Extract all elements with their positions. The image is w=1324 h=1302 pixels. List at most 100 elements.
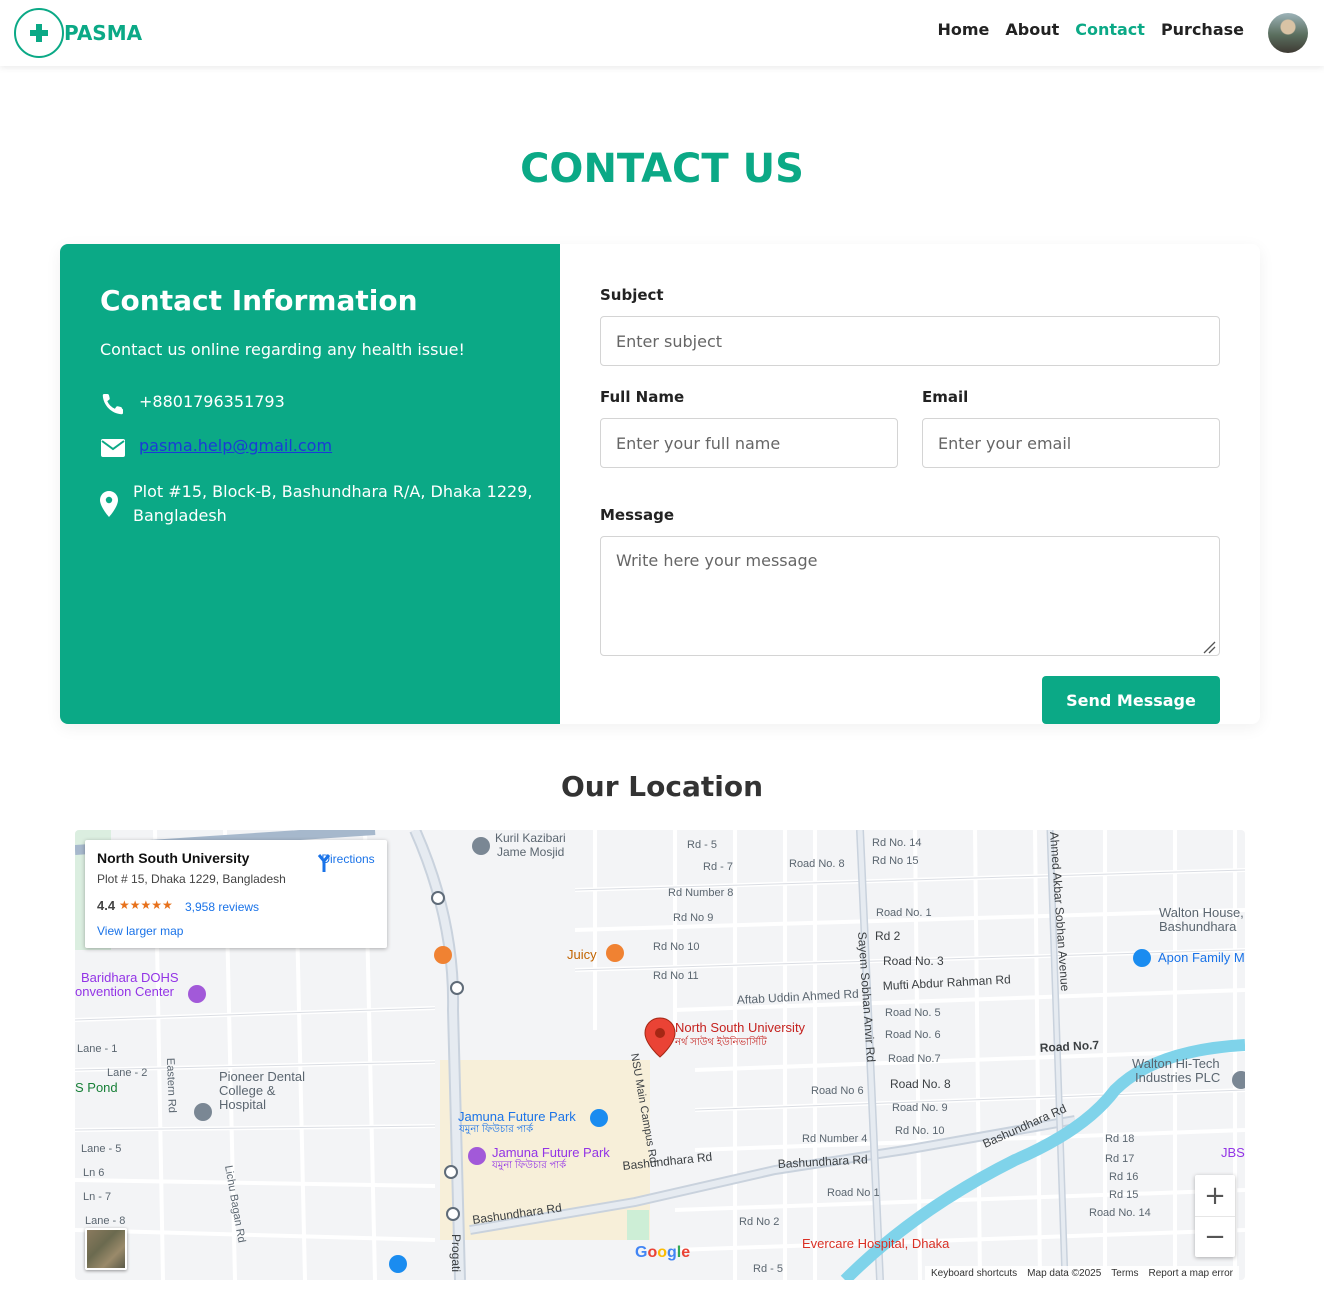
phone-row: +8801796351793 <box>100 392 285 416</box>
map-place-address: Plot # 15, Dhaka 1229, Bangladesh <box>97 872 286 886</box>
fullname-label: Full Name <box>600 388 685 406</box>
label-road3: Road No. 3 <box>883 954 944 968</box>
restaurant-icon[interactable] <box>606 944 624 962</box>
label-rd5: Rd - 5 <box>687 839 717 851</box>
navbar: PASMA Home About Contact Purchase <box>0 0 1324 66</box>
location-title: Our Location <box>560 770 763 803</box>
park-area <box>627 1210 649 1240</box>
shopping-icon-2[interactable] <box>389 1255 407 1273</box>
label-road-no9: Road No. 9 <box>892 1102 948 1114</box>
nav-contact[interactable]: Contact <box>1075 20 1145 39</box>
label-road-no1b: Road No 1 <box>827 1187 880 1199</box>
label-road-no5: Road No. 5 <box>885 1007 941 1019</box>
map-data-text: Map data ©2025 <box>1027 1267 1102 1279</box>
label-progati: Progati <box>449 1234 463 1272</box>
label-kuril: Kuril Kazibari <box>495 831 566 845</box>
phone-icon <box>100 392 126 416</box>
send-message-button[interactable]: Send Message <box>1042 676 1220 724</box>
label-road7: Road No.7 <box>1039 1038 1099 1055</box>
label-college: College & <box>219 1083 276 1098</box>
label-road-no8b: Road No. 8 <box>789 858 845 870</box>
email-row: pasma.help@gmail.com <box>100 436 332 460</box>
subject-label: Subject <box>600 286 664 304</box>
label-apon: Apon Family M <box>1158 950 1245 965</box>
label-rd-no10b: Rd No. 10 <box>895 1125 945 1137</box>
label-ln7: Ln - 7 <box>83 1191 111 1203</box>
label-eastern: Eastern Rd <box>164 1058 178 1113</box>
phone-number[interactable]: +8801796351793 <box>139 392 285 411</box>
directions-icon <box>317 854 331 872</box>
map-rating: 4.4 <box>97 898 116 913</box>
label-rd-no9: Rd No 9 <box>673 912 713 924</box>
label-lane8: Lane - 8 <box>85 1215 125 1227</box>
user-avatar[interactable] <box>1268 13 1308 53</box>
email-input[interactable]: Enter your email <box>922 418 1220 468</box>
nav-purchase[interactable]: Purchase <box>1161 20 1244 39</box>
location-marker-icon[interactable] <box>644 1017 676 1058</box>
label-rd5b: Rd - 5 <box>753 1263 783 1275</box>
message-label: Message <box>600 506 674 524</box>
label-rd16: Rd 16 <box>1109 1171 1138 1183</box>
label-rd2: Rd 2 <box>875 929 901 943</box>
fullname-input[interactable]: Enter your full name <box>600 418 898 468</box>
satellite-toggle[interactable] <box>85 1228 127 1270</box>
contact-info-heading: Contact Information <box>100 284 418 317</box>
label-rd7: Rd - 7 <box>703 861 733 873</box>
envelope-icon <box>100 436 126 460</box>
label-lane5: Lane - 5 <box>81 1143 121 1155</box>
label-lane1: Lane - 1 <box>77 1043 117 1055</box>
label-rd-number8: Rd Number 8 <box>668 887 733 899</box>
page-title: CONTACT US <box>520 146 804 192</box>
bar-icon[interactable] <box>434 946 452 964</box>
nav-about[interactable]: About <box>1005 20 1059 39</box>
convention-icon[interactable] <box>188 985 206 1003</box>
pin-label-bn: নর্থ সাউথ ইউনিভার্সিটি <box>674 1035 767 1048</box>
label-rd-no15: Rd No 15 <box>872 855 918 867</box>
subject-input[interactable]: Enter subject <box>600 316 1220 366</box>
mosque-icon[interactable] <box>472 837 490 855</box>
label-jbs: JBS <box>1221 1145 1245 1160</box>
park-icon[interactable] <box>468 1147 486 1165</box>
message-textarea[interactable]: Write here your message <box>600 536 1220 656</box>
label-rd17: Rd 17 <box>1105 1153 1134 1165</box>
label-rd18: Rd 18 <box>1105 1133 1134 1145</box>
zoom-in-button[interactable]: + <box>1195 1175 1235 1216</box>
label-ln6: Ln 6 <box>83 1167 104 1179</box>
nav-home[interactable]: Home <box>937 20 989 39</box>
address-line-1: Plot #15, Block-B, Bashundhara R/A, Dhak… <box>133 482 533 501</box>
resize-handle-icon[interactable] <box>1202 640 1216 654</box>
report-error-link[interactable]: Report a map error <box>1149 1268 1233 1279</box>
label-jamuna-2-bn: যমুনা ফিউচার পার্ক <box>491 1158 567 1171</box>
label-walton-house: Walton House, <box>1159 905 1244 920</box>
label-lane2: Lane - 2 <box>107 1067 147 1079</box>
label-road-no14: Road No. 14 <box>1089 1207 1151 1219</box>
shopping-icon[interactable] <box>590 1109 608 1127</box>
map-reviews-link[interactable]: 3,958 reviews <box>185 900 259 914</box>
brand-name: PASMA <box>64 21 143 45</box>
label-hospital: Hospital <box>219 1097 266 1112</box>
contact-tagline: Contact us online regarding any health i… <box>100 340 465 359</box>
contact-info-panel: Contact Information Contact us online re… <box>60 244 560 724</box>
store-icon[interactable] <box>1133 949 1151 967</box>
address-line-2: Bangladesh <box>133 506 227 525</box>
label-jame: Jame Mosjid <box>497 845 564 859</box>
embedded-map[interactable]: North South University নর্থ সাউথ ইউনিভার… <box>75 830 1245 1280</box>
google-logo: Google <box>635 1244 691 1261</box>
label-lichu: Lichu Bagan Rd <box>222 1164 247 1243</box>
contact-card: Contact Information Contact us online re… <box>60 244 1260 724</box>
location-pin-icon <box>100 491 118 517</box>
school-icon[interactable] <box>194 1103 212 1121</box>
contact-form: Subject Enter subject Full Name Enter yo… <box>600 244 1220 724</box>
keyboard-shortcuts-link[interactable]: Keyboard shortcuts <box>931 1268 1017 1279</box>
terms-link[interactable]: Terms <box>1111 1268 1138 1279</box>
brand-logo[interactable]: PASMA <box>14 8 142 58</box>
label-mufti: Mufti Abdur Rahman Rd <box>882 972 1011 993</box>
label-baridhara: Baridhara DOHS <box>81 970 179 985</box>
directions-button[interactable]: Directions <box>313 852 383 872</box>
address-row: Plot #15, Block-B, Bashundhara R/A, Dhak… <box>100 480 532 528</box>
label-rd-no10: Rd No 10 <box>653 941 699 953</box>
email-link[interactable]: pasma.help@gmail.com <box>139 436 332 455</box>
view-larger-map-link[interactable]: View larger map <box>97 924 183 938</box>
pin-label: North South University <box>675 1020 806 1035</box>
zoom-out-button[interactable]: − <box>1195 1216 1235 1257</box>
